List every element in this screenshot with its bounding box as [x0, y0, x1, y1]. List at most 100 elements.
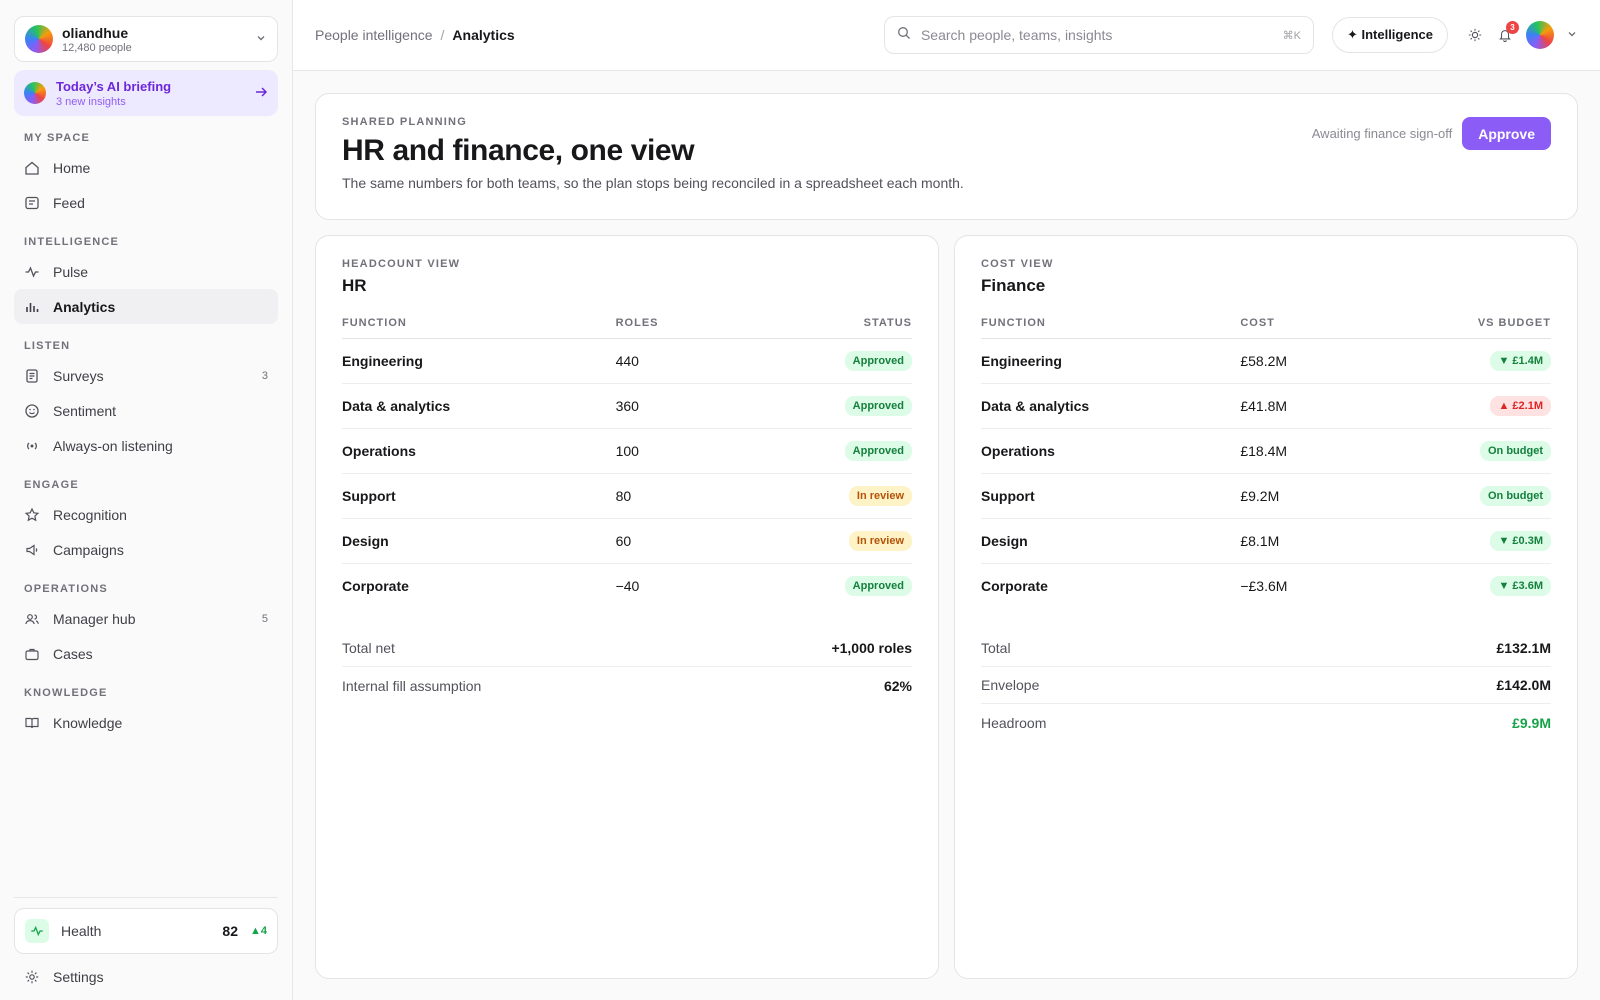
- shared-planning-header: SHARED PLANNING HR and finance, one view…: [315, 93, 1578, 220]
- status-badge: Approved: [844, 440, 912, 461]
- breadcrumb-current: Analytics: [452, 27, 515, 43]
- sidebar-footer: Health 82 ▲4 Settings: [14, 897, 278, 1000]
- summary-value: £132.1M: [1496, 640, 1551, 656]
- table-row[interactable]: Design 60 In review: [342, 518, 912, 564]
- function-cell: Design: [981, 518, 1241, 564]
- search-shortcut: ⌘K: [1282, 29, 1301, 42]
- table-row[interactable]: Data & analytics 360 Approved: [342, 383, 912, 429]
- sidebar-item-feed[interactable]: Feed: [14, 185, 278, 220]
- breadcrumb: People intelligence / Analytics: [315, 27, 884, 43]
- notification-badge: 3: [1506, 21, 1519, 34]
- sidebar-item-cases[interactable]: Cases: [14, 636, 278, 671]
- summary-value: +1,000 roles: [831, 640, 912, 656]
- sidebar-item-label: Recognition: [53, 506, 127, 523]
- table-row[interactable]: Operations 100 Approved: [342, 428, 912, 474]
- org-switcher[interactable]: oliandhue 12,480 people: [14, 16, 278, 62]
- function-cell: Corporate: [342, 577, 409, 594]
- table-row[interactable]: Support £9.2M On budget: [981, 473, 1551, 519]
- pulse-icon: [24, 264, 40, 280]
- sidebar-item-settings[interactable]: Settings: [14, 954, 278, 1000]
- summary-label: Envelope: [981, 677, 1040, 693]
- bell-icon[interactable]: 3: [1490, 20, 1520, 50]
- roles-cell: −40: [615, 577, 640, 594]
- finance-cost-card: COST VIEW Finance FUNCTION COST VS BUDGE…: [954, 235, 1578, 979]
- table-row[interactable]: Corporate −40 Approved: [342, 563, 912, 608]
- sidebar-item-label: Analytics: [53, 298, 116, 315]
- table-row[interactable]: Engineering 440 Approved: [342, 338, 912, 384]
- search-box[interactable]: ⌘K: [883, 16, 1314, 54]
- home-icon: [24, 160, 40, 176]
- sidebar-item-campaigns[interactable]: Campaigns: [14, 532, 278, 567]
- health-widget[interactable]: Health 82 ▲4: [14, 908, 278, 954]
- roles-cell: 440: [615, 338, 731, 384]
- column-header: VS BUDGET: [1361, 308, 1551, 339]
- summary-value: £9.9M: [1512, 714, 1551, 731]
- briefing-subtitle: 3 new insights: [56, 95, 126, 108]
- roles-cell: 360: [615, 383, 731, 429]
- table-row[interactable]: Corporate −£3.6M ▼ £3.6M: [981, 563, 1551, 608]
- sun-icon[interactable]: [1460, 20, 1490, 50]
- approve-button[interactable]: Approve: [1462, 117, 1551, 150]
- smile-icon: [24, 403, 40, 419]
- hr-table: FUNCTION ROLES STATUS Engineering 440 Ap…: [342, 308, 912, 608]
- function-cell: Engineering: [981, 338, 1241, 384]
- table-row[interactable]: Support 80 In review: [342, 473, 912, 519]
- hr-headcount-card: HEADCOUNT VIEW HR FUNCTION ROLES STATUS …: [315, 235, 939, 979]
- hr-title: HR: [342, 276, 367, 295]
- status-badge: Approved: [844, 395, 912, 416]
- sidebar-item-knowledge[interactable]: Knowledge: [14, 705, 278, 740]
- hr-eyebrow: HEADCOUNT VIEW: [342, 258, 461, 270]
- status-badge: In review: [848, 485, 912, 506]
- function-cell: Data & analytics: [342, 383, 616, 429]
- ai-briefing-card[interactable]: Today’s AI briefing 3 new insights: [14, 70, 278, 116]
- sidebar-item-manager-hub[interactable]: Manager hub 5: [14, 601, 278, 636]
- budget-badge: On budget: [1480, 440, 1551, 461]
- book-icon: [24, 715, 40, 731]
- org-people-count: 12,480 people: [62, 41, 132, 54]
- summary-label: Total net: [342, 640, 395, 656]
- sidebar-item-label: Feed: [53, 194, 85, 211]
- star-icon: [24, 507, 40, 523]
- column-header: STATUS: [730, 308, 912, 339]
- search-icon: [897, 26, 911, 45]
- sidebar-item-label: Always-on listening: [53, 437, 173, 454]
- sidebar-item-home[interactable]: Home: [14, 150, 278, 185]
- sidebar-item-pulse[interactable]: Pulse: [14, 254, 278, 289]
- chevron-down-icon[interactable]: [1566, 28, 1578, 43]
- section-label-engage: ENGAGE: [24, 479, 79, 491]
- function-cell: Engineering: [342, 338, 616, 384]
- sidebar-item-label: Surveys: [53, 367, 104, 384]
- cost-cell: £8.1M: [1240, 518, 1362, 564]
- budget-badge: ▼ £0.3M: [1490, 530, 1551, 551]
- summary-row: Total net +1,000 roles: [342, 630, 912, 667]
- column-header: FUNCTION: [981, 308, 1241, 339]
- surveys-count: 3: [261, 369, 268, 382]
- ai-orb-icon: [24, 82, 46, 104]
- search-input[interactable]: [920, 27, 1283, 43]
- sidebar-item-listening[interactable]: Always-on listening: [14, 428, 278, 463]
- sidebar-item-label: Pulse: [53, 263, 89, 280]
- sidebar-item-label: Manager hub: [53, 610, 136, 627]
- function-cell: Operations: [981, 428, 1241, 474]
- sidebar-item-sentiment[interactable]: Sentiment: [14, 393, 278, 428]
- roles-cell: 60: [615, 518, 731, 564]
- table-row[interactable]: Data & analytics £41.8M ▲ £2.1M: [981, 383, 1551, 429]
- user-avatar[interactable]: [1526, 21, 1554, 49]
- table-row[interactable]: Design £8.1M ▼ £0.3M: [981, 518, 1551, 564]
- intelligence-button[interactable]: ✦ Intelligence: [1331, 17, 1448, 53]
- function-cell: Data & analytics: [981, 383, 1241, 429]
- summary-row: Internal fill assumption 62%: [342, 667, 912, 704]
- sidebar: oliandhue 12,480 people Today’s AI brief…: [0, 0, 293, 1000]
- section-label-my-space: MY SPACE: [24, 132, 91, 144]
- org-name: oliandhue: [62, 24, 129, 41]
- table-row[interactable]: Engineering £58.2M ▼ £1.4M: [981, 338, 1551, 384]
- briefing-title: Today’s AI briefing: [56, 78, 172, 94]
- sidebar-item-analytics[interactable]: Analytics: [14, 289, 278, 324]
- sidebar-item-surveys[interactable]: Surveys 3: [14, 358, 278, 393]
- sidebar-item-recognition[interactable]: Recognition: [14, 497, 278, 532]
- health-delta: ▲4: [249, 925, 267, 937]
- roles-cell: 100: [615, 428, 731, 474]
- table-row[interactable]: Operations £18.4M On budget: [981, 428, 1551, 474]
- health-label: Health: [61, 923, 102, 939]
- breadcrumb-parent[interactable]: People intelligence: [315, 27, 433, 43]
